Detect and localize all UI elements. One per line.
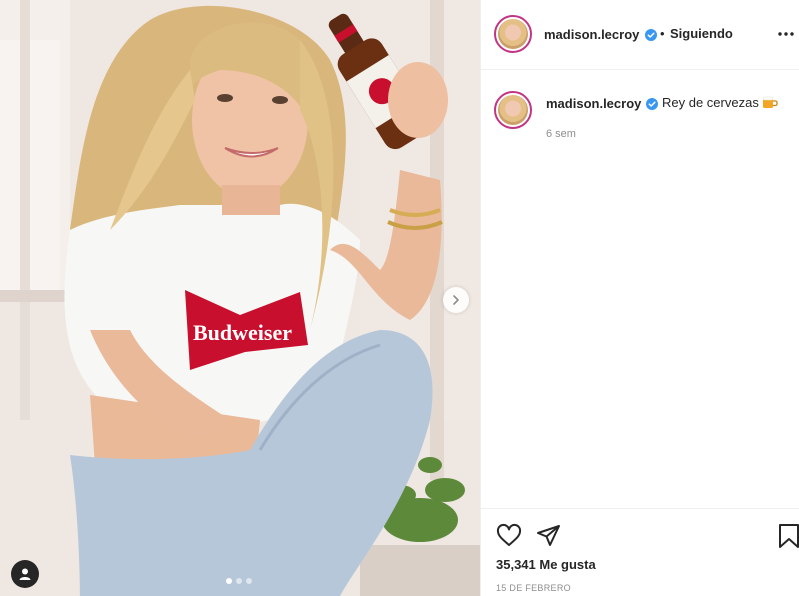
verified-icon <box>645 29 657 41</box>
likes-count[interactable]: 35,341 Me gusta <box>496 557 596 572</box>
post-image[interactable]: Budweiser <box>0 0 480 596</box>
post-header: madison.lecroy • Siguiendo <box>481 0 799 70</box>
caption-username[interactable]: madison.lecroy <box>546 96 641 111</box>
bookmark-icon[interactable] <box>776 523 799 549</box>
verified-badge <box>641 27 657 45</box>
header-separator: • <box>660 26 665 41</box>
user-icon <box>19 568 31 580</box>
tagged-users-button[interactable] <box>11 560 39 588</box>
beer-mug-icon <box>762 96 778 108</box>
header-username[interactable]: madison.lecroy <box>544 27 639 42</box>
carousel-dot <box>226 578 232 584</box>
next-slide-button[interactable] <box>443 287 469 313</box>
following-button[interactable]: Siguiendo <box>670 26 733 41</box>
avatar[interactable] <box>494 15 532 53</box>
post-actions: 35,341 Me gusta 15 DE FEBRERO <box>481 508 799 596</box>
chevron-right-icon <box>453 295 459 305</box>
caption-text: Rey de cervezas <box>662 95 778 110</box>
carousel-dot <box>236 578 242 584</box>
post-side-panel: madison.lecroy • Siguiendo madison.lecro… <box>480 0 799 596</box>
heart-icon[interactable] <box>496 523 522 549</box>
post-time-ago[interactable]: 6 sem <box>546 128 576 140</box>
post-photo: Budweiser <box>0 0 480 596</box>
verified-badge <box>642 96 658 114</box>
post-date[interactable]: 15 DE FEBRERO <box>496 583 571 593</box>
share-icon[interactable] <box>536 523 562 549</box>
more-options-icon[interactable] <box>776 26 796 42</box>
svg-text:Budweiser: Budweiser <box>193 320 292 345</box>
carousel-dot <box>246 578 252 584</box>
verified-icon <box>646 98 658 110</box>
carousel-indicator <box>226 578 252 584</box>
avatar[interactable] <box>494 91 532 129</box>
